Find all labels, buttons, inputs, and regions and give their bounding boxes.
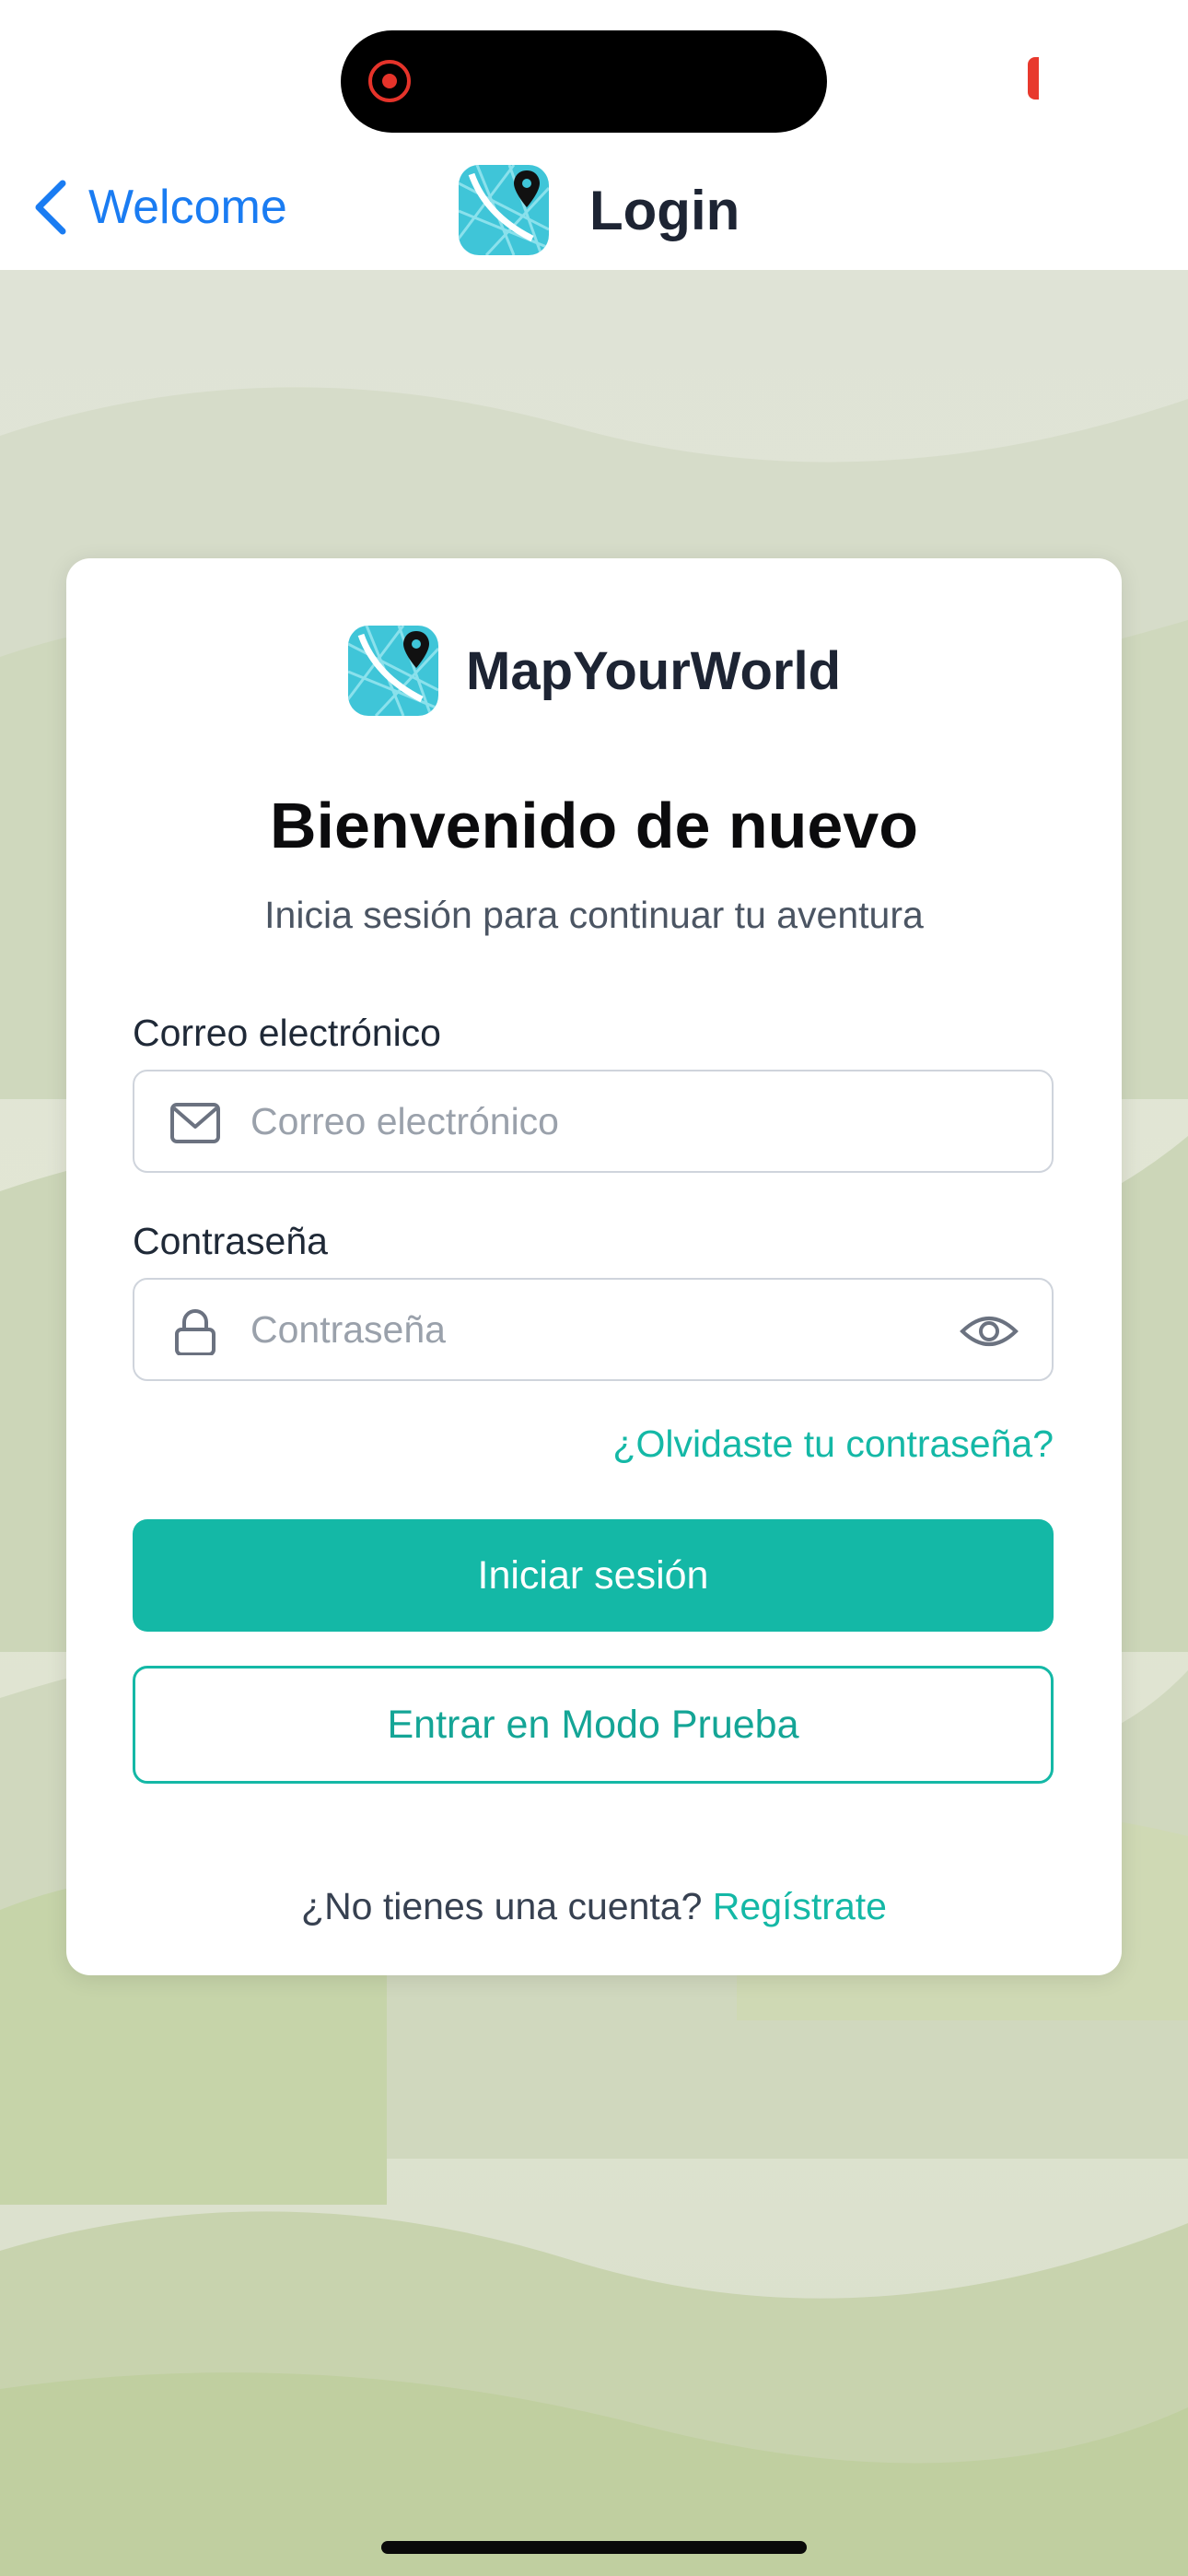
brand-name: MapYourWorld — [466, 640, 842, 701]
map-pin-logo-icon — [348, 626, 438, 716]
password-input[interactable] — [250, 1280, 950, 1379]
welcome-heading: Bienvenido de nuevo — [270, 790, 918, 861]
email-input[interactable] — [250, 1071, 950, 1171]
password-field[interactable] — [133, 1278, 1054, 1381]
page-title: Login — [589, 179, 740, 241]
chevron-left-icon — [35, 180, 66, 235]
status-bar — [0, 0, 1188, 147]
back-button[interactable]: Welcome — [31, 175, 287, 240]
signup-link[interactable]: Regístrate — [713, 1885, 887, 1927]
email-label: Correo electrónico — [133, 1012, 441, 1054]
back-button-label: Welcome — [88, 181, 287, 234]
screen-recording-icon — [368, 60, 411, 102]
home-indicator[interactable] — [381, 2541, 807, 2554]
login-card: MapYourWorld Bienvenido de nuevo Inicia … — [66, 558, 1122, 1975]
forgot-password-link[interactable]: ¿Olvidaste tu contraseña? — [612, 1423, 1054, 1466]
navigation-bar: Welcome Login — [0, 147, 1188, 271]
status-indicator-pill — [1028, 57, 1039, 100]
signup-prompt-text: ¿No tienes una cuenta? — [301, 1885, 703, 1927]
signup-prompt-row: ¿No tienes una cuenta? Regístrate — [66, 1885, 1122, 1928]
email-field[interactable] — [133, 1070, 1054, 1173]
test-mode-button[interactable]: Entrar en Modo Prueba — [133, 1666, 1054, 1784]
login-button[interactable]: Iniciar sesión — [133, 1519, 1054, 1632]
nav-title-group: Login — [459, 162, 740, 258]
welcome-subheading: Inicia sesión para continuar tu aventura — [264, 894, 924, 936]
envelope-icon — [170, 1103, 220, 1143]
lock-icon — [175, 1309, 215, 1355]
map-pin-logo-icon — [459, 165, 549, 255]
brand-header: MapYourWorld — [348, 625, 841, 717]
password-label: Contraseña — [133, 1220, 328, 1262]
dynamic-island — [341, 30, 827, 133]
eye-icon[interactable] — [960, 1311, 1019, 1352]
